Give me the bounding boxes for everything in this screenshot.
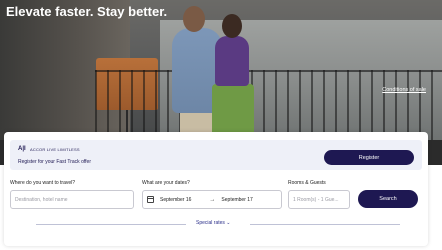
- destination-placeholder: Destination, hotel name: [15, 196, 68, 203]
- booking-panel: A|I ACCOR LIVE LIMITLESS Register for yo…: [4, 132, 428, 246]
- special-rates-label: Special rates: [196, 220, 225, 226]
- dates-field[interactable]: September 16 → September 17: [142, 190, 282, 209]
- divider-left: [36, 224, 186, 225]
- accor-logo-icon: A|I: [18, 146, 26, 152]
- rooms-guests-value: 1 Room(s) - 1 Gue...: [293, 196, 339, 203]
- special-rates-toggle[interactable]: Special rates ⌄: [196, 220, 231, 226]
- checkout-date[interactable]: September 17: [221, 197, 252, 203]
- divider-right: [250, 224, 400, 225]
- promo-brand: ACCOR LIVE LIMITLESS: [30, 147, 80, 152]
- promo-text: Register for your Fast Track offer: [18, 159, 91, 165]
- rooms-guests-select[interactable]: 1 Room(s) - 1 Gue...: [288, 190, 350, 209]
- destination-label: Where do you want to travel?: [10, 180, 76, 186]
- hero-headline: Elevate faster. Stay better.: [6, 4, 168, 19]
- couple-image-man-head: [183, 6, 205, 32]
- calendar-icon: [147, 196, 154, 203]
- chevron-down-icon: ⌄: [226, 220, 231, 226]
- destination-input[interactable]: Destination, hotel name: [10, 190, 134, 209]
- rooms-guests-label: Rooms & Guests: [288, 180, 326, 186]
- conditions-of-sale-link[interactable]: Conditions of sale: [382, 87, 426, 93]
- search-button[interactable]: Search: [358, 190, 418, 208]
- arrow-right-icon: →: [209, 196, 216, 203]
- register-button[interactable]: Register: [324, 150, 414, 165]
- fast-track-promo: A|I ACCOR LIVE LIMITLESS Register for yo…: [10, 140, 422, 170]
- couple-image-woman-head: [222, 14, 242, 38]
- couple-image-woman: [215, 36, 249, 86]
- dates-label: What are your dates?: [142, 180, 190, 186]
- checkin-date[interactable]: September 16: [160, 197, 191, 203]
